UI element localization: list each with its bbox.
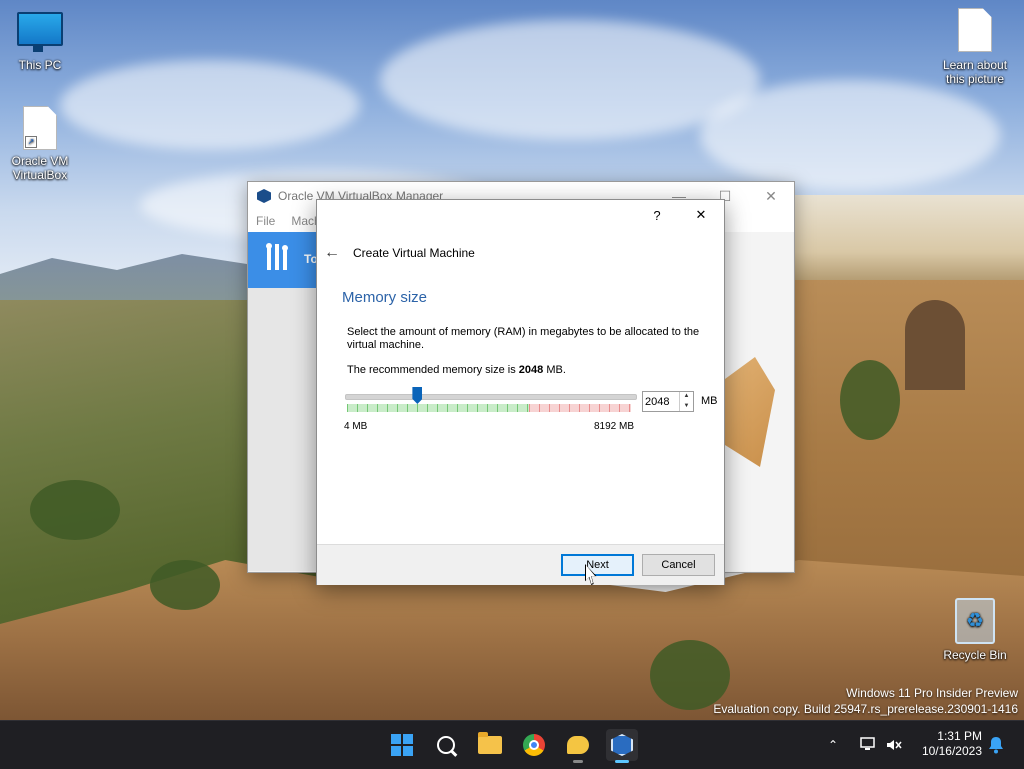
network-icon	[860, 737, 875, 750]
tools-item[interactable]: To	[248, 232, 318, 288]
recommended-value: 2048	[518, 364, 544, 376]
clock-time: 1:31 PM	[937, 729, 982, 743]
close-button[interactable]: ✕	[681, 203, 721, 227]
memory-slider-thumb[interactable]	[412, 387, 423, 404]
desktop-icon-label: Learn about this picture	[942, 58, 1008, 86]
machine-list[interactable]	[248, 288, 318, 571]
start-icon	[391, 734, 413, 756]
spin-down-icon[interactable]: ▼	[680, 402, 693, 412]
next-button[interactable]: Next	[561, 554, 634, 576]
foliage	[840, 360, 900, 440]
cancel-button[interactable]: Cancel	[642, 554, 715, 576]
tools-icon	[266, 243, 288, 270]
tray-overflow-button[interactable]: ⌃	[828, 721, 838, 769]
taskbar: ⌃ 1:31 PM 10/16/2023	[0, 720, 1024, 769]
foliage	[650, 640, 730, 710]
slider-min-label: 4 MB	[344, 421, 368, 432]
recommended-suffix: MB.	[543, 364, 566, 376]
help-button[interactable]: ?	[637, 203, 677, 227]
active-indicator	[615, 760, 629, 763]
dialog-title: Create Virtual Machine	[353, 246, 475, 260]
virtualbox-taskbar-button[interactable]	[606, 729, 638, 763]
spin-buttons: ▲ ▼	[679, 392, 693, 411]
memory-input[interactable]	[643, 393, 679, 410]
system-clock[interactable]: 1:31 PM 10/16/2023	[912, 729, 982, 759]
section-title: Memory size	[342, 289, 428, 306]
desktop-icon-virtualbox[interactable]: ↗ Oracle VM VirtualBox	[0, 106, 80, 182]
menu-file[interactable]: File	[248, 214, 283, 228]
running-indicator	[573, 760, 583, 763]
dialog-header: ← Create Virtual Machine	[317, 238, 724, 268]
foliage	[30, 480, 120, 540]
slider-ticks-safe	[347, 404, 529, 412]
close-button[interactable]: ✕	[748, 182, 794, 210]
bell-icon	[989, 737, 1003, 754]
start-button[interactable]	[386, 729, 418, 761]
virtualbox-icon	[257, 189, 271, 203]
desktop-icon-label: This PC	[18, 58, 62, 72]
chrome-icon	[523, 734, 545, 756]
memory-slider-track[interactable]	[345, 394, 637, 400]
memory-unit-label: MB	[701, 395, 718, 407]
desktop-icon-label: Recycle Bin	[943, 648, 1007, 662]
spin-up-icon[interactable]: ▲	[680, 392, 693, 402]
watermark-line-2: Evaluation copy. Build 25947.rs_prerelea…	[713, 702, 1018, 716]
foliage	[150, 560, 220, 610]
memory-spinbox[interactable]: ▲ ▼	[642, 391, 694, 412]
desktop-icon-label: Oracle VM VirtualBox	[11, 154, 69, 182]
bridge-arch	[905, 300, 965, 390]
desktop-icon-learn-picture[interactable]: Learn about this picture	[935, 8, 1015, 86]
virtualbox-icon	[611, 734, 633, 756]
recycle-bin-icon: ♻	[955, 598, 995, 644]
cloud	[700, 80, 1000, 190]
shortcut-arrow-icon: ↗	[25, 136, 37, 148]
description-text: Select the amount of memory (RAM) in meg…	[347, 326, 700, 351]
slider-ticks	[347, 404, 631, 412]
monitor-icon	[17, 12, 63, 52]
volume-muted-icon	[887, 740, 902, 750]
file-explorer-button[interactable]	[474, 729, 506, 761]
search-icon	[437, 736, 455, 754]
chevron-up-icon: ⌃	[828, 738, 839, 752]
clock-date: 10/16/2023	[921, 744, 982, 758]
volume-button[interactable]	[885, 721, 903, 769]
file-explorer-icon	[478, 732, 502, 754]
slider-ticks-warning	[529, 404, 631, 412]
dialog-footer: Next Cancel	[317, 544, 724, 585]
chat-icon	[567, 736, 589, 754]
back-arrow-icon[interactable]: ←	[323, 238, 341, 268]
search-button[interactable]	[430, 729, 462, 761]
town	[793, 195, 1024, 290]
cloud	[60, 60, 360, 150]
chat-button[interactable]	[562, 729, 594, 763]
watermark-line-1: Windows 11 Pro Insider Preview	[846, 686, 1018, 700]
notifications-button[interactable]	[988, 721, 1004, 769]
desktop-icon-recycle-bin[interactable]: ♻ Recycle Bin	[935, 598, 1015, 662]
recommended-text: The recommended memory size is 2048 MB.	[347, 364, 566, 376]
slider-max-label: 8192 MB	[594, 421, 635, 432]
file-icon	[958, 8, 992, 52]
create-vm-dialog[interactable]: ? ✕ ← Create Virtual Machine Memory size…	[316, 199, 725, 585]
recommended-prefix: The recommended memory size is	[347, 364, 519, 376]
chrome-button[interactable]	[518, 729, 550, 761]
network-button[interactable]	[860, 721, 878, 769]
desktop-icon-this-pc[interactable]: This PC	[0, 12, 80, 72]
